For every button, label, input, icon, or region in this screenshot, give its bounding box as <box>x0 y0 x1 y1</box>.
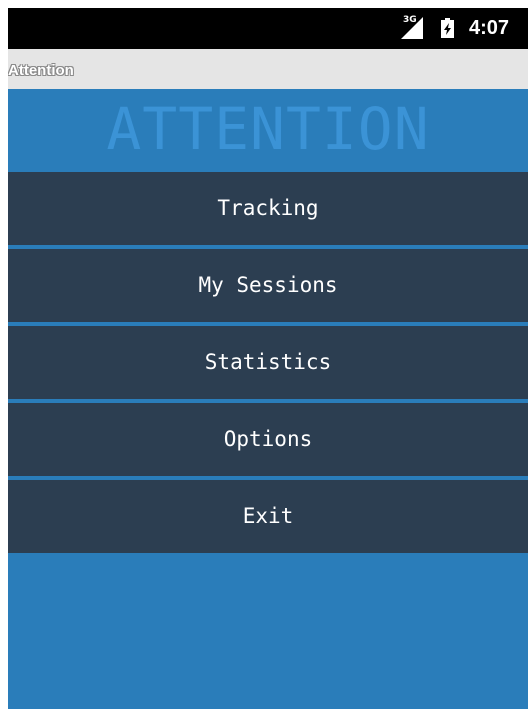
menu-item-options[interactable]: Options <box>8 403 528 476</box>
main-content: ATTENTION Tracking My Sessions Statistic… <box>8 89 528 709</box>
menu-item-statistics[interactable]: Statistics <box>8 326 528 399</box>
main-menu: Tracking My Sessions Statistics Options … <box>8 172 528 553</box>
status-clock: 4:07 <box>469 17 510 39</box>
menu-item-exit[interactable]: Exit <box>8 480 528 553</box>
network-type-label: 3G <box>403 15 417 25</box>
banner-title: ATTENTION <box>106 95 430 163</box>
title-bar: Attention <box>8 49 528 89</box>
menu-item-my-sessions[interactable]: My Sessions <box>8 249 528 322</box>
app-screen: 3G 4:07 Attention ATTENTION Tracking My … <box>8 8 528 709</box>
battery-charging-icon <box>441 18 454 38</box>
app-banner: ATTENTION <box>8 89 528 172</box>
status-bar: 3G 4:07 <box>8 8 528 49</box>
app-title: Attention <box>8 62 74 79</box>
menu-item-tracking[interactable]: Tracking <box>8 172 528 245</box>
